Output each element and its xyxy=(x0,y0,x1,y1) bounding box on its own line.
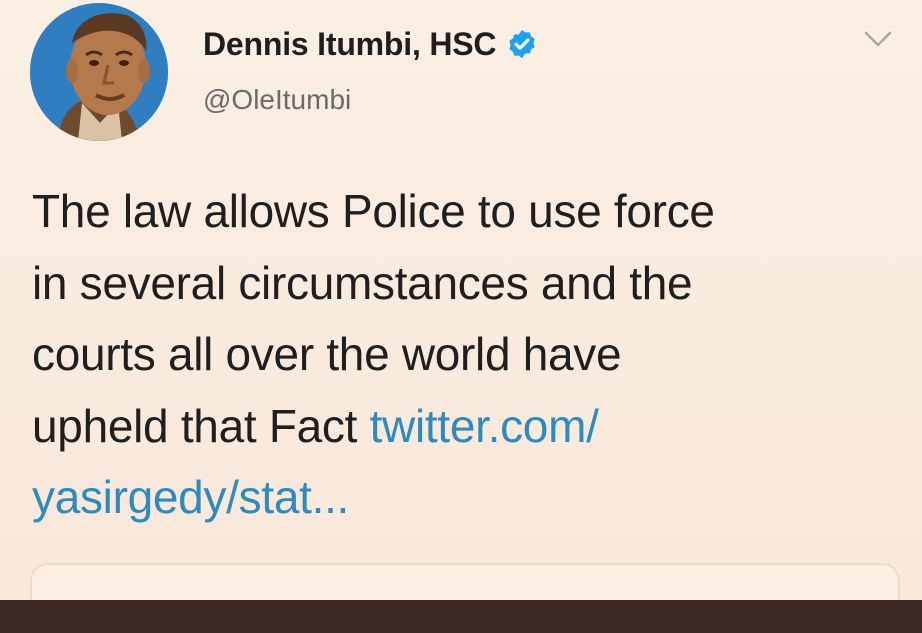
tweet-text-line-with-link: upheld that Fact twitter.com/ xyxy=(32,391,902,463)
bottom-bar xyxy=(0,600,922,633)
verified-badge-icon xyxy=(509,30,535,58)
tweet-text-line: in several circumstances and the xyxy=(32,256,693,309)
quoted-tweet-card[interactable] xyxy=(30,563,900,600)
tweet-text-line: courts all over the world have xyxy=(32,328,622,380)
author-handle[interactable]: @OleItumbi xyxy=(203,84,351,116)
tweet-text: The law allows Police to use force in se… xyxy=(32,176,902,534)
avatar[interactable] xyxy=(30,3,168,141)
tweet-link-continued[interactable]: yasirgedy/stat... xyxy=(32,462,902,534)
tweet-text-segment: upheld that Fact xyxy=(32,399,370,452)
author-display-name[interactable]: Dennis Itumbi, HSC xyxy=(203,26,497,63)
tweet-text-line: The law allows Police to use force xyxy=(32,185,715,237)
author-name-row: Dennis Itumbi, HSC xyxy=(203,22,538,66)
tweet-link[interactable]: twitter.com/ xyxy=(370,400,599,452)
avatar-portrait-icon xyxy=(30,3,168,141)
tweet-card: Dennis Itumbi, HSC @OleItumbi The law al… xyxy=(0,0,922,600)
chevron-down-icon[interactable] xyxy=(862,28,894,50)
